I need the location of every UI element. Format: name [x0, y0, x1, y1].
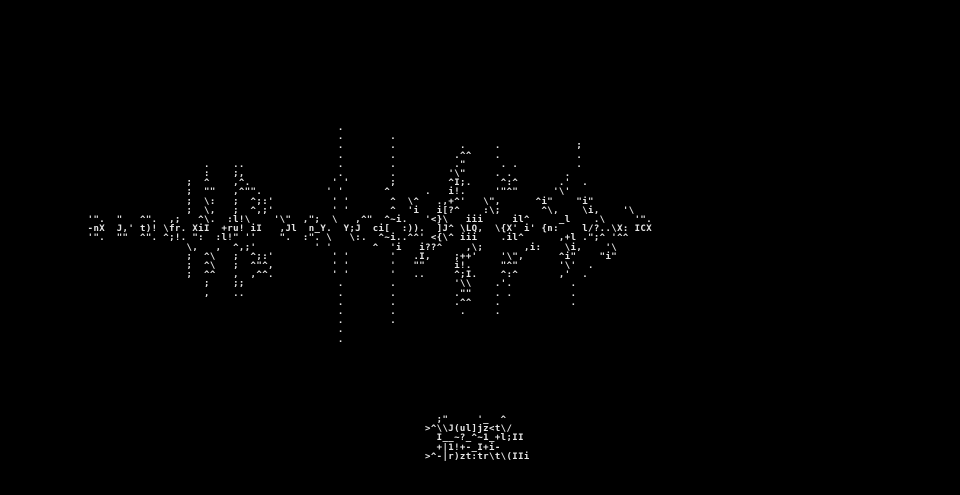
ascii-logo-art: ;" '_ ^ >^\\J(ul]jz<t\/ I__~?_^~1_+l;II …: [425, 415, 530, 462]
canvas: . . . . . . . ; . . .^^ . . . .. . . ." …: [0, 0, 960, 495]
ascii-waveform-art: . . . . . . . ; . . .^^ . . . .. . . ." …: [87, 123, 653, 345]
